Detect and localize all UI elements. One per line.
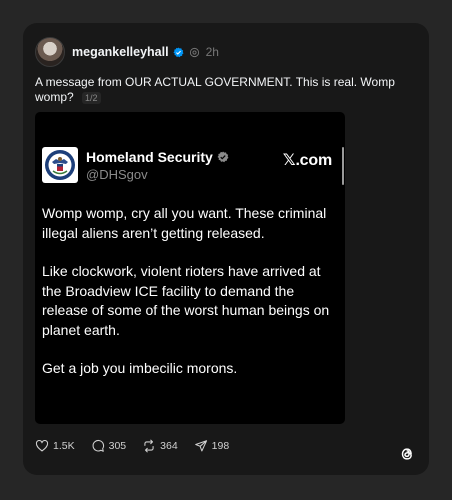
embed-account-name: Homeland Security <box>86 148 213 165</box>
comment-icon <box>92 439 104 452</box>
embed-handle: @DHSgov <box>86 166 148 182</box>
dhs-seal-icon <box>42 147 78 183</box>
tweet-paragraph: Womp womp, cry all you want. These crimi… <box>42 205 327 241</box>
share-button[interactable]: 198 <box>194 439 230 453</box>
heart-icon <box>35 439 49 452</box>
embed-header: Homeland Security @DHSgov <box>42 147 229 183</box>
media-page-indicator: 1/2 <box>82 91 101 104</box>
avatar[interactable] <box>35 37 65 67</box>
embedded-screenshot[interactable]: Homeland Security @DHSgov 𝕏.com Womp wom… <box>35 112 345 424</box>
like-button[interactable]: 1.5K <box>35 439 75 453</box>
embed-scrollbar[interactable] <box>342 147 344 185</box>
like-count: 1.5K <box>53 440 75 452</box>
x-com-label: 𝕏.com <box>282 152 332 169</box>
repost-icon <box>144 439 154 453</box>
username[interactable]: megankelleyhall <box>72 45 169 59</box>
repost-button[interactable]: 364 <box>142 439 178 453</box>
reply-count: 305 <box>108 440 127 452</box>
threads-mini-icon <box>189 47 199 57</box>
send-icon <box>194 440 207 452</box>
tweet-paragraph: Get a job you imbecilic morons. <box>42 360 238 376</box>
embed-account: Homeland Security @DHSgov <box>86 149 229 182</box>
repost-count: 364 <box>160 440 178 452</box>
reply-button[interactable]: 305 <box>91 439 127 453</box>
post-time: 2h <box>205 45 219 59</box>
threads-logo-icon[interactable] <box>398 445 416 463</box>
post-header: megankelleyhall 2h <box>35 37 219 67</box>
embed-account-name-row: Homeland Security <box>86 149 229 165</box>
tweet-paragraph: Like clockwork, violent rioters have arr… <box>42 263 330 338</box>
share-count: 198 <box>211 440 230 452</box>
verified-badge-icon <box>217 151 229 162</box>
post-caption: A message from OUR ACTUAL GOVERNMENT. Th… <box>35 75 415 105</box>
verified-badge-icon <box>173 46 184 57</box>
thread-post-card: megankelleyhall 2h A message from OUR AC… <box>23 23 429 475</box>
tweet-body: Womp womp, cry all you want. These crimi… <box>42 204 337 398</box>
action-bar: 1.5K 305 364 198 <box>35 438 245 454</box>
